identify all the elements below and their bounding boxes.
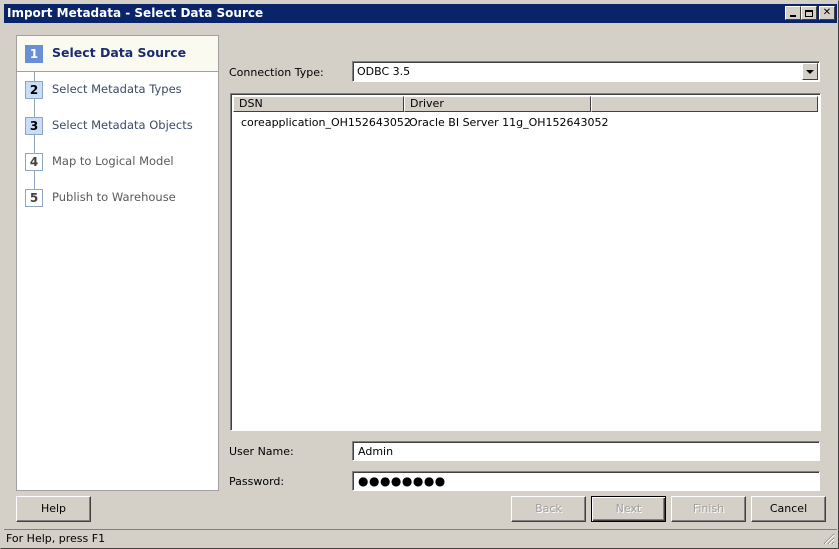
username-input[interactable]: Admin [352,441,820,461]
step-label: Publish to Warehouse [52,190,176,204]
step-number: 2 [25,81,43,99]
back-button[interactable]: Back [511,496,586,522]
step-label: Select Metadata Types [52,82,182,96]
table-row[interactable]: coreapplication_OH152643052 Oracle BI Se… [233,113,609,131]
step-select-metadata-objects[interactable]: 3 Select Metadata Objects [17,108,218,144]
step-label: Map to Logical Model [52,154,174,168]
status-text: For Help, press F1 [6,532,106,545]
help-button[interactable]: Help [16,496,91,522]
maximize-icon[interactable] [801,6,817,20]
close-icon[interactable]: ✕ [819,6,835,20]
wizard-steps-panel: 1 Select Data Source 2 Select Metadata T… [16,35,219,491]
step-number: 5 [25,189,43,207]
step-select-metadata-types[interactable]: 2 Select Metadata Types [17,72,218,108]
step-number: 3 [25,117,43,135]
connection-type-value: ODBC 3.5 [357,65,411,78]
username-label: User Name: [229,445,294,458]
password-input[interactable]: ●●●●●●●● [352,471,820,491]
column-header-empty [591,96,818,112]
cancel-button[interactable]: Cancel [751,496,826,522]
status-bar: For Help, press F1 [4,529,837,547]
window-title: Import Metadata - Select Data Source [7,6,264,20]
step-map-to-logical-model: 4 Map to Logical Model [17,144,218,180]
dsn-value: coreapplication_OH152643052 [241,115,411,129]
dsn-cell: coreapplication_OH152643052 [233,115,411,129]
column-header-driver[interactable]: Driver [404,96,591,112]
password-label: Password: [229,475,285,488]
minimize-icon[interactable] [785,6,801,20]
column-header-dsn[interactable]: DSN [233,96,404,112]
dsn-table[interactable]: DSN Driver coreapplication_OH152643052 O… [230,93,821,431]
import-metadata-dialog: Import Metadata - Select Data Source ✕ 1… [0,0,839,549]
step-select-data-source[interactable]: 1 Select Data Source [17,36,218,72]
step-label: Select Metadata Objects [52,118,193,132]
driver-value: Oracle BI Server 11g_OH152643052 [409,115,609,129]
next-button[interactable]: Next [591,496,666,522]
step-number: 4 [25,153,43,171]
resize-grip-icon[interactable] [823,533,835,545]
title-bar: Import Metadata - Select Data Source ✕ [4,4,837,23]
table-header: DSN Driver [233,96,818,112]
step-number: 1 [25,45,43,63]
finish-button[interactable]: Finish [671,496,746,522]
chevron-down-icon[interactable] [802,63,818,80]
connection-type-label: Connection Type: [229,66,324,79]
step-label: Select Data Source [52,45,187,60]
connection-type-select[interactable]: ODBC 3.5 [352,61,820,82]
step-publish-to-warehouse: 5 Publish to Warehouse [17,180,218,216]
